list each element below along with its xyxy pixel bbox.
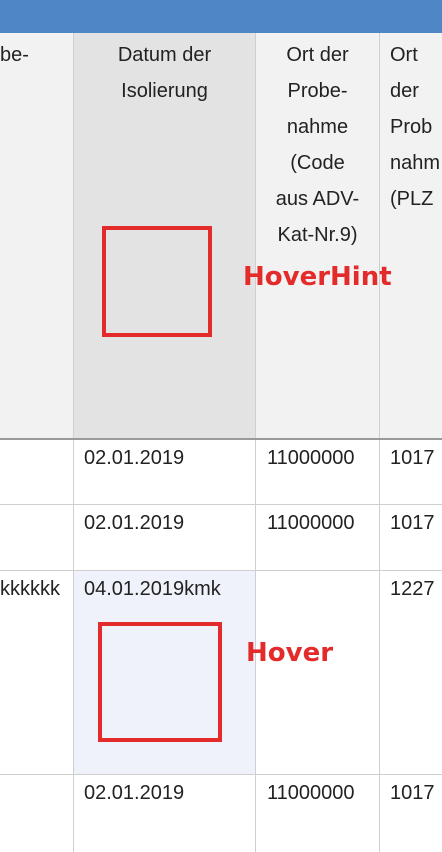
table-cell[interactable] bbox=[256, 571, 380, 774]
table-cell[interactable] bbox=[0, 505, 73, 570]
table-cell[interactable]: 02.01.2019 bbox=[73, 775, 256, 852]
table-cell[interactable]: 1227 bbox=[380, 571, 442, 774]
hover-marker bbox=[98, 622, 222, 742]
table-cell[interactable] bbox=[0, 775, 73, 852]
table-row[interactable]: 02.01.2019 11000000 1017 bbox=[0, 775, 442, 852]
table-cell[interactable] bbox=[0, 440, 73, 504]
column-header-ort-probenahme-plz[interactable]: Ort der Prob nahm (PLZ bbox=[380, 33, 442, 438]
table-cell[interactable]: 11000000 bbox=[256, 775, 380, 852]
table-cell[interactable]: 1017 bbox=[380, 775, 442, 852]
table-cell[interactable]: 11000000 bbox=[256, 505, 380, 570]
hover-hint-label: HoverHint bbox=[243, 262, 392, 292]
table-header-row: be- Datum der Isolierung Ort der Probe- … bbox=[0, 33, 442, 440]
title-bar bbox=[0, 0, 442, 33]
table-cell[interactable]: 02.01.2019 bbox=[73, 440, 256, 504]
hover-label: Hover bbox=[246, 638, 334, 668]
table-cell[interactable]: 1017 bbox=[380, 505, 442, 570]
table-row[interactable]: 02.01.2019 11000000 1017 bbox=[0, 505, 442, 571]
table-cell[interactable]: kkkkkk bbox=[0, 571, 73, 774]
column-header-probe[interactable]: be- bbox=[0, 33, 73, 438]
column-header-ort-probenahme-code[interactable]: Ort der Probe- nahme (Code aus ADV- Kat-… bbox=[256, 33, 380, 438]
hover-hint-marker bbox=[102, 226, 212, 337]
table-cell[interactable]: 1017 bbox=[380, 440, 442, 504]
table-cell[interactable]: 02.01.2019 bbox=[73, 505, 256, 570]
table-row[interactable]: 02.01.2019 11000000 1017 bbox=[0, 440, 442, 505]
table-cell[interactable]: 11000000 bbox=[256, 440, 380, 504]
